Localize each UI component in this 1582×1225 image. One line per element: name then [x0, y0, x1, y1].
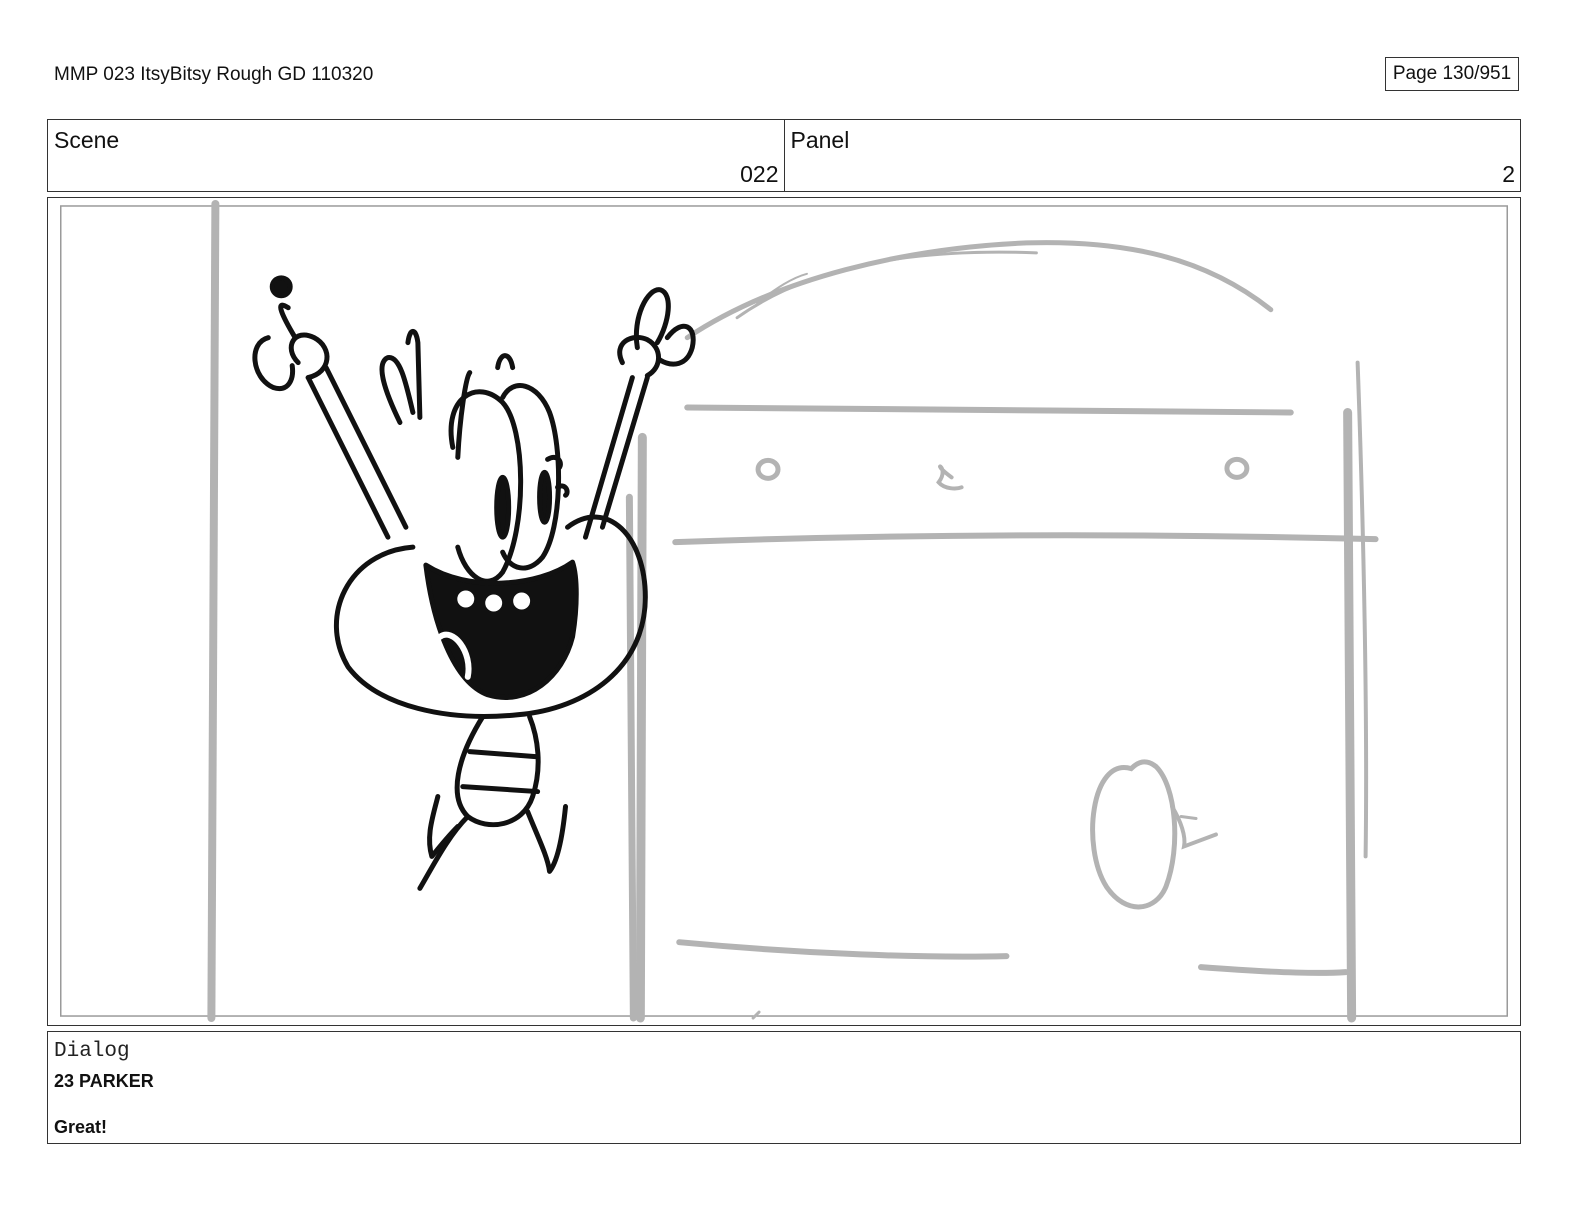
panel-label: Panel [790, 127, 850, 153]
scene-number: 022 [740, 161, 779, 187]
page-indicator: Page 130/951 [1385, 57, 1519, 91]
dialog-label: Dialog [54, 1040, 130, 1063]
panel-cell: Panel 2 [783, 120, 1521, 191]
scene-cell: Scene 022 [48, 120, 784, 191]
safe-frame [60, 205, 1508, 1017]
panel-number: 2 [1502, 161, 1515, 187]
document-title: MMP 023 ItsyBitsy Rough GD 110320 [54, 64, 374, 85]
scene-label: Scene [54, 127, 120, 153]
dialog-box: Dialog 23 PARKER Great! [47, 1031, 1521, 1144]
dialog-speaker: 23 PARKER [54, 1071, 154, 1091]
storyboard-drawing [60, 199, 1508, 1023]
scene-panel-info: Scene 022 Panel 2 [47, 119, 1521, 192]
dialog-line: Great! [54, 1117, 108, 1137]
background-sketch [207, 199, 1379, 1023]
storyboard-panel [47, 197, 1521, 1026]
